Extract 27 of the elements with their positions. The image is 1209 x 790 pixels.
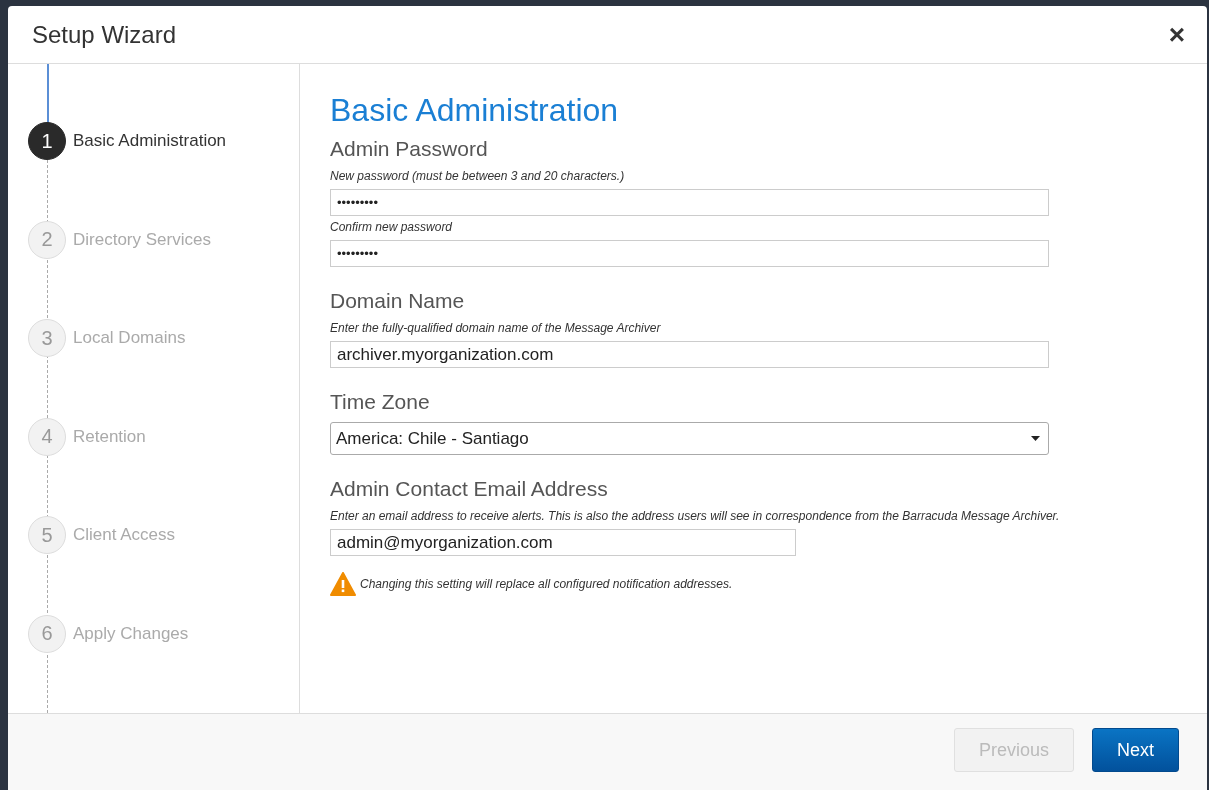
input-field[interactable]: archiver.myorganization.com	[330, 341, 1049, 368]
step-number: 6	[28, 614, 66, 653]
section-heading: Domain Name	[330, 289, 466, 313]
step-number: 3	[28, 319, 66, 357]
field-hint: Confirm new password	[330, 220, 454, 234]
field-hint: New password (must be between 3 and 20 characters.)	[330, 169, 626, 183]
password-field[interactable]: •••••••••	[330, 189, 1049, 216]
window-title: Setup Wizard	[32, 20, 177, 49]
warning-icon	[330, 572, 356, 596]
step-number: 2	[28, 220, 66, 259]
section-heading: Admin Contact Email Address	[330, 477, 609, 501]
field-hint: Enter an email address to receive alerts. This is also the address users will see in correspondence from the Barracuda Message Archiver.	[330, 509, 1061, 523]
next-button[interactable]: Next	[1092, 728, 1179, 772]
password-field[interactable]: •••••••••	[330, 240, 1049, 267]
dropdown[interactable]: America: Chile - Santiago	[330, 422, 1049, 455]
close-button[interactable]: ×	[1168, 20, 1185, 49]
section-heading: Time Zone	[330, 390, 431, 414]
section-heading: Admin Password	[330, 137, 489, 161]
step-number: 5	[28, 516, 66, 554]
page-title: Basic Administration	[330, 92, 620, 129]
step-number: 1	[28, 122, 66, 160]
step-label[interactable]: Basic Administration	[73, 131, 227, 151]
field-hint: Enter the fully-qualified domain name of the Message Archiver	[330, 321, 662, 335]
caret-icon	[1031, 436, 1040, 441]
step-number: 4	[28, 417, 66, 456]
input-field[interactable]: admin@myorganization.com	[330, 529, 796, 556]
warning-text: Changing this setting will replace all configured notification addresses.	[360, 577, 733, 591]
